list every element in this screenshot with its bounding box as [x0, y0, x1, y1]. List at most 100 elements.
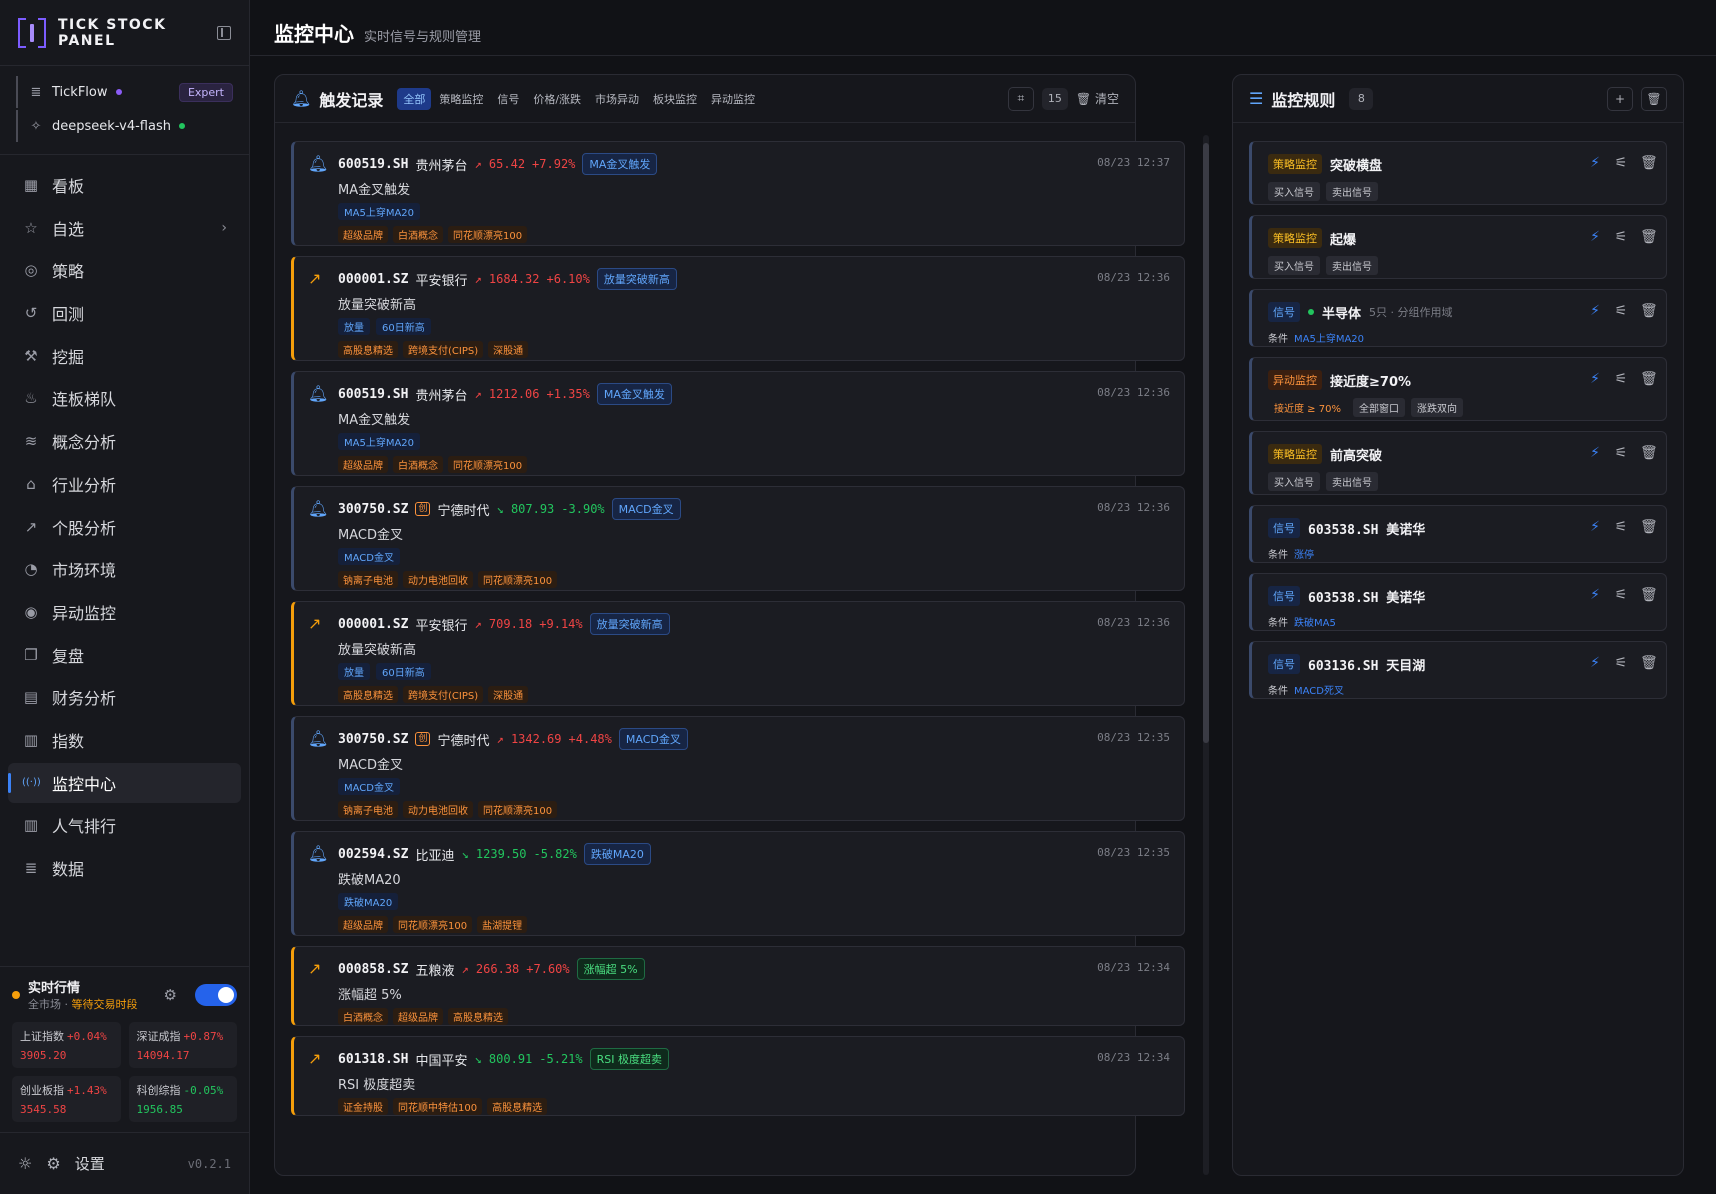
concept-tag[interactable]: 超级品牌	[338, 916, 388, 933]
stock-name[interactable]: 宁德时代	[437, 500, 489, 519]
sliders-icon[interactable]: ⚟	[1614, 445, 1628, 461]
lightning-icon[interactable]: ⚡︎	[1588, 519, 1602, 535]
event-card[interactable]: ↗ 000001.SZ 平安银行 ↗ 1684.32 +6.10% 放量突破新高 08/23…	[291, 256, 1185, 361]
nav-item-11[interactable]: ❐ 复盘	[8, 635, 241, 675]
concept-tag[interactable]: 超级品牌	[393, 1008, 443, 1025]
concept-tag[interactable]: 白酒概念	[393, 226, 443, 243]
lightning-icon[interactable]: ⚡︎	[1588, 229, 1602, 245]
filter-tab-5[interactable]: 板块监控	[647, 88, 703, 110]
event-card[interactable]: 🔔︎ 300750.SZ 创宁德时代 ↗ 1342.69 +4.48% MACD金叉 08/…	[291, 716, 1185, 821]
filter-tab-1[interactable]: 策略监控	[433, 88, 489, 110]
stock-name[interactable]: 中国平安	[415, 1050, 467, 1069]
filter-tab-2[interactable]: 信号	[491, 88, 525, 110]
event-card[interactable]: 🔔︎ 600519.SH 贵州茅台 ↗ 1212.06 +1.35% MA金叉触发 08/2…	[291, 371, 1185, 476]
concept-tag[interactable]: 高股息精选	[487, 1098, 548, 1115]
rule-card[interactable]: 异动监控 接近度≥70% ⚡︎ ⚟ 🗑︎ 接近度 ≥ 70% 全部窗口 涨跌双向	[1249, 357, 1667, 421]
stock-code[interactable]: 600519.SH	[338, 157, 408, 172]
theme-toggle-icon[interactable]: ☼	[18, 1154, 32, 1173]
concept-tag[interactable]: 白酒概念	[338, 1008, 388, 1025]
nav-item-12[interactable]: ▤ 财务分析	[8, 677, 241, 717]
concept-tag[interactable]: 同花顺漂亮100	[478, 571, 558, 588]
stock-name[interactable]: 五粮液	[415, 960, 454, 979]
nav-item-7[interactable]: ⌂ 行业分析	[8, 464, 241, 504]
stock-name[interactable]: 贵州茅台	[415, 385, 467, 404]
concept-tag[interactable]: 白酒概念	[393, 456, 443, 473]
concept-tag[interactable]: 同花顺漂亮100	[393, 916, 473, 933]
realtime-toggle[interactable]	[195, 983, 237, 1006]
event-card[interactable]: 🔔︎ 600519.SH 贵州茅台 ↗ 65.42 +7.92% MA金叉触发 08/23 …	[291, 141, 1185, 246]
nav-item-3[interactable]: ↺ 回测	[8, 293, 241, 333]
connection-tickflow[interactable]: ≣ TickFlow Expert	[16, 76, 233, 108]
lightning-icon[interactable]: ⚡︎	[1588, 587, 1602, 603]
sliders-icon[interactable]: ⚟	[1614, 587, 1628, 603]
rule-card[interactable]: 策略监控 前高突破 ⚡︎ ⚟ 🗑︎ 买入信号 卖出信号	[1249, 431, 1667, 495]
trash-icon[interactable]: 🗑︎	[1640, 371, 1658, 387]
lightning-icon[interactable]: ⚡︎	[1588, 445, 1602, 461]
concept-tag[interactable]: 高股息精选	[338, 341, 398, 358]
nav-item-16[interactable]: ≣ 数据	[8, 848, 241, 888]
concept-tag[interactable]: 钠离子电池	[338, 801, 398, 818]
index-card[interactable]: 深证成指 +0.87% 14094.17	[128, 1022, 237, 1068]
nav-item-9[interactable]: ◔ 市场环境	[8, 549, 241, 589]
concept-tag[interactable]: 动力电池回收	[403, 801, 473, 818]
nav-item-1[interactable]: ☆ 自选 ›	[8, 208, 241, 248]
rule-card[interactable]: 策略监控 突破横盘 ⚡︎ ⚟ 🗑︎ 买入信号 卖出信号	[1249, 141, 1667, 205]
nav-item-5[interactable]: ♨ 连板梯队	[8, 378, 241, 418]
concept-tag[interactable]: 动力电池回收	[403, 571, 473, 588]
concept-tag[interactable]: 超级品牌	[338, 226, 388, 243]
stock-name[interactable]: 贵州茅台	[415, 155, 467, 174]
stock-code[interactable]: 000858.SZ	[338, 962, 408, 977]
nav-item-13[interactable]: ▥ 指数	[8, 720, 241, 760]
concept-tag[interactable]: 跨境支付(CIPS)	[403, 686, 484, 703]
sliders-icon[interactable]: ⚟	[1614, 229, 1628, 245]
rule-card[interactable]: 信号 半导体 5只 · 分组作用域 ⚡︎ ⚟ 🗑︎ 条件 MA5上穿MA20	[1249, 289, 1667, 347]
sliders-icon[interactable]: ⚟	[1614, 155, 1628, 171]
rule-card[interactable]: 策略监控 起爆 ⚡︎ ⚟ 🗑︎ 买入信号 卖出信号	[1249, 215, 1667, 279]
concept-tag[interactable]: 跨境支付(CIPS)	[403, 341, 484, 358]
rule-card[interactable]: 信号 603136.SH 天目湖 ⚡︎ ⚟ 🗑︎ 条件 MACD死叉	[1249, 641, 1667, 699]
nav-item-14[interactable]: ((·)) 监控中心	[8, 762, 241, 803]
nav-item-4[interactable]: ⚒ 挖掘	[8, 336, 241, 376]
stock-code[interactable]: 000001.SZ	[338, 272, 408, 287]
stock-name[interactable]: 平安银行	[415, 270, 467, 289]
stock-name[interactable]: 平安银行	[415, 615, 467, 634]
clear-button[interactable]: 🗑︎ 清空	[1076, 90, 1119, 107]
sliders-icon[interactable]: ⚟	[1614, 655, 1628, 671]
scrollbar-thumb[interactable]	[1203, 143, 1209, 743]
stock-name[interactable]: 宁德时代	[437, 730, 489, 749]
event-card[interactable]: ↗ 000001.SZ 平安银行 ↗ 709.18 +9.14% 放量突破新高 08/23 …	[291, 601, 1185, 706]
stock-code[interactable]: 300750.SZ	[338, 732, 408, 747]
concept-tag[interactable]: 超级品牌	[338, 456, 388, 473]
trash-icon[interactable]: 🗑︎	[1640, 519, 1658, 535]
nav-item-15[interactable]: ▥ 人气排行	[8, 805, 241, 845]
trash-icon[interactable]: 🗑︎	[1640, 445, 1658, 461]
lightning-icon[interactable]: ⚡︎	[1588, 303, 1602, 319]
nav-item-6[interactable]: ≋ 概念分析	[8, 421, 241, 461]
lightning-icon[interactable]: ⚡︎	[1588, 371, 1602, 387]
gear-icon[interactable]: ⚙	[46, 1154, 60, 1173]
index-card[interactable]: 科创综指 -0.05% 1956.85	[128, 1076, 237, 1122]
nav-item-0[interactable]: ▦ 看板	[8, 165, 241, 205]
trash-icon[interactable]: 🗑︎	[1640, 155, 1658, 171]
concept-tag[interactable]: 证金持股	[338, 1098, 388, 1115]
concept-tag[interactable]: 同花顺漂亮100	[478, 801, 558, 818]
concept-tag[interactable]: 深股通	[488, 686, 529, 703]
rule-card[interactable]: 信号 603538.SH 美诺华 ⚡︎ ⚟ 🗑︎ 条件 涨停	[1249, 505, 1667, 563]
index-card[interactable]: 上证指数 +0.04% 3905.20	[12, 1022, 121, 1068]
event-card[interactable]: ↗ 601318.SH 中国平安 ↘ 800.91 -5.21% RSI 极度超卖 08/2…	[291, 1036, 1185, 1116]
nav-item-10[interactable]: ◉ 异动监控	[8, 592, 241, 632]
event-list-scrollbar[interactable]	[1203, 135, 1209, 1175]
add-rule-button[interactable]: +	[1607, 86, 1633, 111]
lightning-icon[interactable]: ⚡︎	[1588, 155, 1602, 171]
concept-tag[interactable]: 钠离子电池	[338, 571, 398, 588]
sidebar-collapse-icon[interactable]	[217, 25, 231, 40]
stock-code[interactable]: 600519.SH	[338, 387, 408, 402]
stock-code[interactable]: 000001.SZ	[338, 617, 408, 632]
event-card[interactable]: 🔔︎ 002594.SZ 比亚迪 ↘ 1239.50 -5.82% 跌破MA20 08/23…	[291, 831, 1185, 936]
concept-tag[interactable]: 高股息精选	[448, 1008, 508, 1025]
gear-icon[interactable]: ⚙	[164, 986, 177, 1004]
concept-tag[interactable]: 同花顺中特估100	[393, 1098, 483, 1115]
filter-tab-6[interactable]: 异动监控	[705, 88, 761, 110]
event-card[interactable]: 🔔︎ 300750.SZ 创宁德时代 ↘ 807.93 -3.90% MACD金叉 08/2…	[291, 486, 1185, 591]
nav-item-2[interactable]: ◎ 策略	[8, 250, 241, 290]
